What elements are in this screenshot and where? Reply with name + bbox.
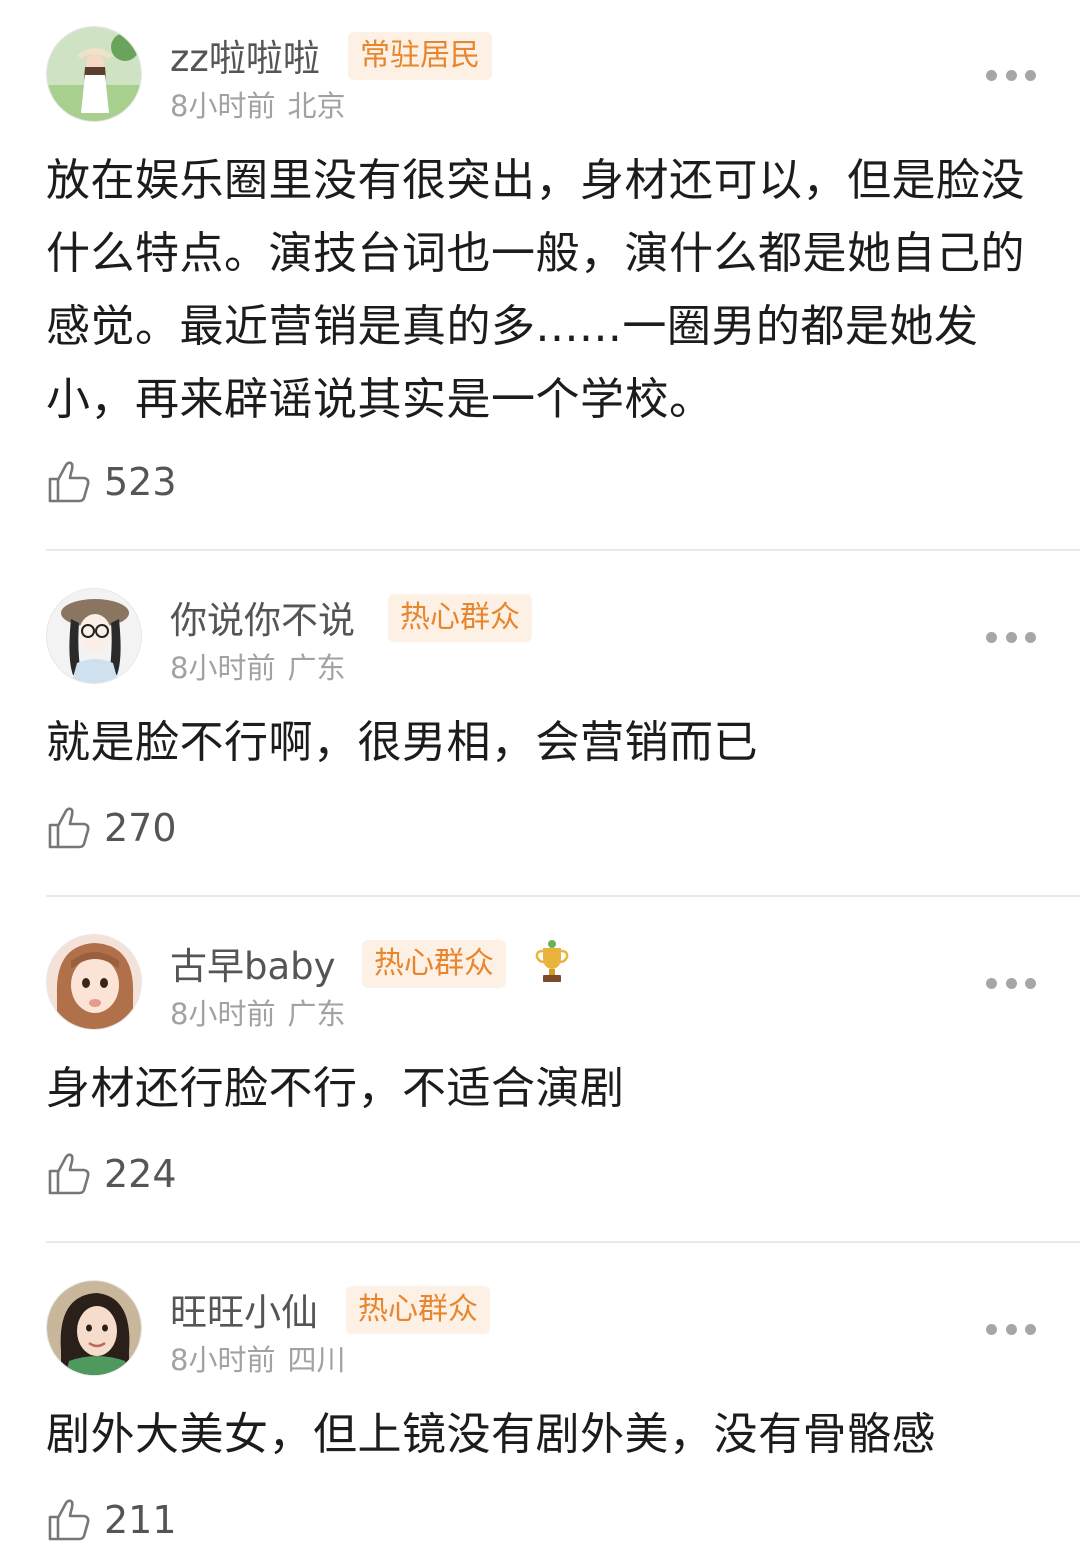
comment-meta: 8小时前 四川	[170, 1346, 345, 1375]
divider	[46, 895, 1080, 897]
avatar-image	[47, 1281, 141, 1375]
like-button[interactable]: 224	[46, 1150, 177, 1198]
like-button[interactable]: 270	[46, 804, 177, 852]
comment-4: 旺旺小仙 热心群众 8小时前 四川 剧外大美女，但上镜没有剧外美，没有骨骼感 21…	[0, 1244, 1080, 1542]
username[interactable]: 你说你不说	[170, 602, 355, 639]
thumbs-up-icon	[48, 807, 90, 849]
more-dots-icon[interactable]	[986, 67, 1036, 83]
comment-time: 8小时前	[170, 651, 276, 685]
thumbs-up-icon	[48, 461, 90, 503]
comment-text: 就是脸不行啊，很男相，会营销而已	[46, 717, 758, 768]
comment-text: 放在娱乐圈里没有很突出，身材还可以，但是脸没什么特点。演技台词也一般，演什么都是…	[46, 155, 1025, 425]
user-badge: 常驻居民	[348, 32, 492, 80]
username[interactable]: 旺旺小仙	[170, 1294, 318, 1331]
avatar-image	[47, 589, 141, 683]
comment-time: 8小时前	[170, 997, 276, 1031]
user-badge: 热心群众	[362, 940, 506, 988]
avatar[interactable]	[46, 26, 142, 122]
comment-meta: 8小时前 广东	[170, 1000, 345, 1029]
thumbs-up-icon	[48, 1499, 90, 1541]
avatar[interactable]	[46, 934, 142, 1030]
comment-1: zz啦啦啦 常驻居民 8小时前 北京 放在娱乐圈里没有很突出，身材还可以，但是脸没…	[0, 0, 1080, 552]
comment-time: 8小时前	[170, 89, 276, 123]
username[interactable]: 古早baby	[170, 948, 336, 985]
like-button[interactable]: 523	[46, 458, 177, 506]
avatar-image	[47, 935, 141, 1029]
comment-location: 广东	[287, 651, 346, 685]
avatar[interactable]	[46, 1280, 142, 1376]
comment-meta: 8小时前 广东	[170, 654, 345, 683]
more-dots-icon[interactable]	[986, 629, 1036, 645]
avatar[interactable]	[46, 588, 142, 684]
divider	[46, 1241, 1080, 1243]
thumbs-up-icon	[48, 1153, 90, 1195]
comment-meta: 8小时前 北京	[170, 92, 345, 121]
like-count: 523	[104, 460, 177, 504]
username[interactable]: zz啦啦啦	[170, 40, 320, 77]
comment-time: 8小时前	[170, 1343, 276, 1377]
comment-location: 广东	[287, 997, 346, 1031]
comment-2: 你说你不说 热心群众 8小时前 广东 就是脸不行啊，很男相，会营销而已 270	[0, 552, 1080, 898]
comment-location: 北京	[287, 89, 346, 123]
divider	[46, 549, 1080, 551]
user-badge: 热心群众	[388, 594, 532, 642]
user-badge: 热心群众	[346, 1286, 490, 1334]
comment-location: 四川	[287, 1343, 346, 1377]
trophy-icon	[535, 940, 569, 982]
more-dots-icon[interactable]	[986, 975, 1036, 991]
like-count: 270	[104, 806, 177, 850]
more-dots-icon[interactable]	[986, 1321, 1036, 1337]
like-count: 224	[104, 1152, 177, 1196]
like-count: 211	[104, 1498, 177, 1542]
comment-text: 剧外大美女，但上镜没有剧外美，没有骨骼感	[46, 1409, 936, 1460]
comment-3: 古早baby 热心群众 8小时前 广东 身材还行脸不行，不适合演剧 224	[0, 898, 1080, 1244]
comment-text: 身材还行脸不行，不适合演剧	[46, 1063, 625, 1114]
avatar-image	[47, 27, 141, 121]
